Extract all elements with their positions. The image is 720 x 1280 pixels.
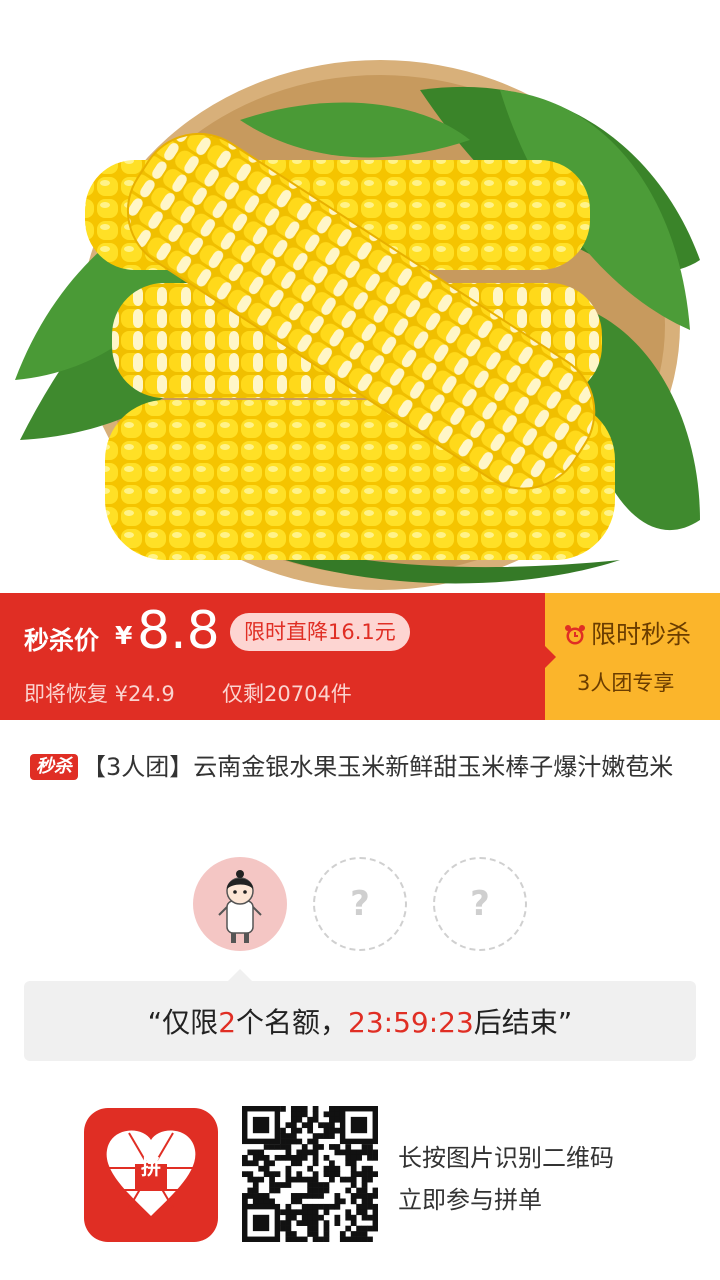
countdown-timer: 23:59:23 xyxy=(348,1006,474,1039)
quota-middle: 个名额， xyxy=(236,1006,349,1039)
currency-symbol: ¥ xyxy=(115,621,133,650)
quota-suffix: 后结束” xyxy=(473,1006,573,1039)
empty-member-slot: ? xyxy=(313,857,407,951)
group-members: ? ? xyxy=(0,857,720,953)
scan-hint-line2: 立即参与拼单 xyxy=(398,1186,542,1214)
price-bar: 秒杀价 ¥ 8.8 限时直降16.1元 即将恢复 ¥24.9 仅剩20704件 … xyxy=(0,593,720,720)
price-panel: 秒杀价 ¥ 8.8 限时直降16.1元 即将恢复 ¥24.9 仅剩20704件 xyxy=(0,593,545,720)
flash-sale-label: 限时秒杀 xyxy=(591,620,692,649)
empty-member-slot: ? xyxy=(433,857,527,951)
qr-code xyxy=(242,1106,379,1243)
seckill-price: 8.8 xyxy=(137,601,220,661)
quota-prefix: “仅限 xyxy=(147,1006,219,1039)
question-mark-icon: ? xyxy=(470,884,490,924)
team-exclusive-label: 3人团专享 xyxy=(577,671,675,695)
seckill-tag: 秒杀 xyxy=(30,754,78,780)
app-logo: 拼 xyxy=(84,1108,218,1242)
flash-sale-panel: 限时秒杀 3人团专享 xyxy=(544,593,720,720)
app-logo-text: 拼 xyxy=(141,1155,161,1179)
question-mark-icon: ? xyxy=(350,884,370,924)
flash-sale-title: 限时秒杀 xyxy=(563,615,691,653)
quota-notice: “仅限2个名额，23:59:23后结束” xyxy=(24,969,696,1061)
remaining-stock-text: 仅剩20704件 xyxy=(222,682,352,706)
price-drop-badge: 限时直降16.1元 xyxy=(230,613,410,651)
seckill-price-label: 秒杀价 xyxy=(24,626,100,655)
product-image xyxy=(0,0,720,593)
quota-text: “仅限2个名额，23:59:23后结束” xyxy=(24,1001,696,1041)
original-price-text: 即将恢复 ¥24.9 xyxy=(24,682,175,706)
scan-hint-line1: 长按图片识别二维码 xyxy=(398,1144,614,1172)
quota-count: 2 xyxy=(218,1006,237,1039)
product-title: 秒杀 【3人团】云南金银水果玉米新鲜甜玉米棒子爆汁嫩苞米 xyxy=(30,745,690,789)
avatar xyxy=(193,857,287,951)
product-title-text: 【3人团】云南金银水果玉米新鲜甜玉米棒子爆汁嫩苞米 xyxy=(82,753,674,781)
alarm-clock-icon xyxy=(563,623,587,653)
